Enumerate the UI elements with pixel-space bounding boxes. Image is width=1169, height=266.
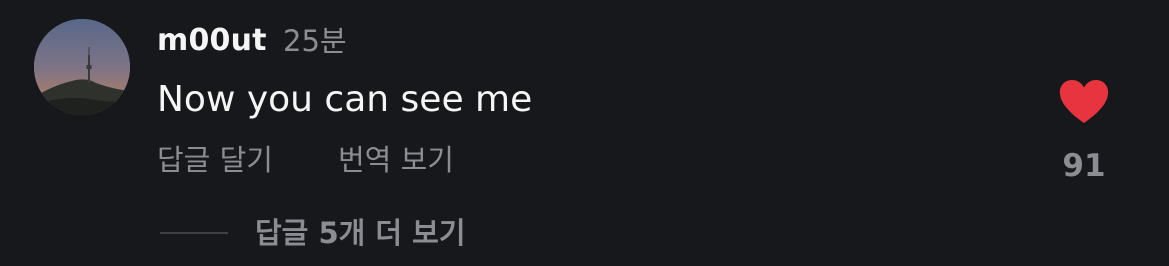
comment-timestamp: 25분 (283, 24, 347, 58)
translate-button[interactable]: 번역 보기 (338, 141, 454, 179)
comment-text: Now you can see me (157, 79, 533, 120)
like-count: 91 (1062, 148, 1106, 184)
avatar[interactable] (34, 19, 130, 115)
avatar-image (34, 19, 130, 115)
comment-username[interactable]: m00ut (157, 22, 267, 60)
like-button[interactable] (1058, 79, 1110, 125)
heart-icon (1059, 80, 1109, 123)
comment-item: m00ut 25분 Now you can see me 답글 달기 번역 보기… (0, 0, 1169, 266)
view-more-replies-button[interactable]: 답글 5개 더 보기 (255, 214, 466, 252)
reply-button[interactable]: 답글 달기 (157, 141, 273, 179)
replies-divider (160, 232, 228, 234)
